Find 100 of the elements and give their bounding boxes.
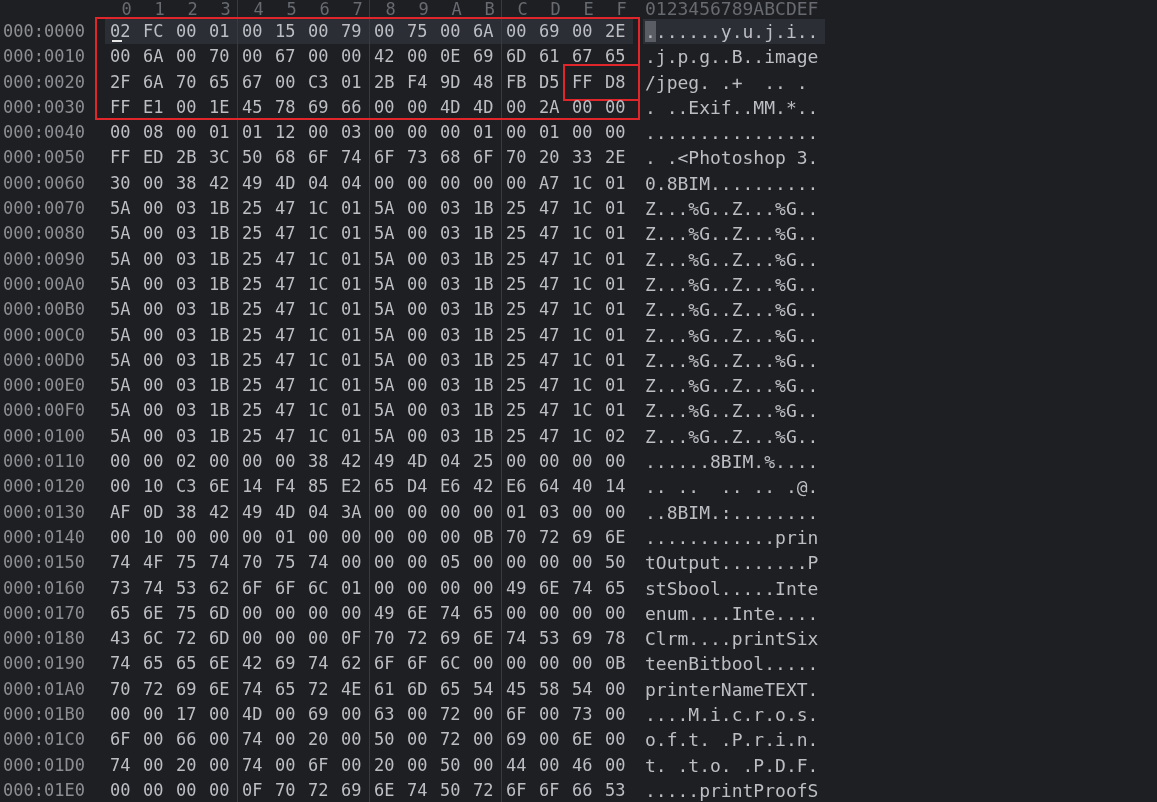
hex-byte[interactable]: 00 [605, 702, 638, 728]
hex-byte[interactable]: 1B [473, 297, 506, 323]
hex-byte[interactable]: 00 [506, 449, 539, 475]
hex-byte[interactable]: 25 [506, 246, 539, 272]
hex-byte[interactable]: 1B [473, 423, 506, 450]
hex-byte[interactable]: 6E [209, 651, 242, 677]
hex-byte[interactable]: 03 [440, 196, 473, 222]
hex-byte[interactable]: 00 [407, 752, 440, 778]
hex-byte[interactable]: 53 [605, 777, 638, 802]
hex-byte[interactable]: 01 [605, 322, 638, 348]
hex-byte[interactable]: 47 [539, 398, 572, 424]
hex-byte[interactable]: 17 [176, 702, 209, 728]
hex-byte[interactable]: 75 [176, 550, 209, 576]
hex-byte[interactable]: 00 [473, 702, 506, 728]
hex-byte[interactable]: 03 [341, 120, 374, 146]
hex-byte[interactable]: 2B [176, 145, 209, 171]
hex-byte[interactable]: 25 [506, 221, 539, 247]
hex-byte[interactable]: 69 [308, 702, 341, 728]
hex-byte[interactable]: 1B [209, 322, 242, 348]
hex-byte[interactable]: 00 [209, 524, 242, 551]
hex-byte[interactable]: 03 [176, 398, 209, 424]
hex-byte[interactable]: E6 [506, 474, 539, 500]
hex-byte[interactable]: 74 [440, 600, 473, 627]
hex-byte[interactable]: 65 [374, 474, 407, 500]
hex-byte[interactable]: 00 [275, 449, 308, 475]
hex-byte[interactable]: 00 [605, 727, 638, 753]
hex-byte[interactable]: 00 [242, 524, 275, 551]
hex-byte[interactable]: 3A [341, 499, 374, 525]
hex-byte[interactable]: 01 [605, 297, 638, 323]
hex-byte[interactable]: 20 [176, 752, 209, 778]
hex-byte[interactable]: 1B [473, 347, 506, 374]
hex-byte[interactable]: 00 [176, 120, 209, 146]
hex-byte[interactable]: 64 [539, 474, 572, 500]
hex-byte[interactable]: 1C [308, 322, 341, 348]
hex-byte[interactable]: 72 [539, 524, 572, 551]
hex-byte[interactable]: 00 [407, 702, 440, 728]
hex-byte[interactable]: 66 [572, 777, 605, 802]
hex-byte[interactable]: 48 [473, 69, 506, 95]
hex-byte[interactable]: 25 [506, 322, 539, 348]
hex-byte[interactable]: FF [572, 69, 605, 95]
hex-byte[interactable]: 6F [242, 575, 275, 601]
hex-byte[interactable]: 01 [605, 347, 638, 374]
hex-byte[interactable]: 6E [143, 600, 176, 627]
hex-byte[interactable]: 00 [539, 727, 572, 753]
hex-byte[interactable]: 20 [539, 145, 572, 171]
hex-byte[interactable]: 25 [473, 449, 506, 475]
hex-byte[interactable]: 03 [176, 271, 209, 298]
hex-byte[interactable]: 5A [374, 373, 407, 399]
hex-byte[interactable]: 20 [308, 727, 341, 753]
hex-byte[interactable]: 47 [275, 246, 308, 272]
hex-byte[interactable]: 6D [407, 676, 440, 702]
hex-byte[interactable]: 00 [572, 449, 605, 475]
hex-byte[interactable]: 00 [374, 575, 407, 601]
hex-byte[interactable]: E6 [440, 474, 473, 500]
hex-byte[interactable]: 25 [242, 297, 275, 323]
hex-byte[interactable]: 5A [374, 322, 407, 348]
hex-byte[interactable]: 47 [539, 196, 572, 222]
hex-byte[interactable]: 4F [143, 550, 176, 576]
hex-byte[interactable]: 5A [110, 271, 143, 298]
hex-byte[interactable]: 08 [143, 120, 176, 146]
hex-byte[interactable]: 58 [539, 676, 572, 702]
hex-byte[interactable]: 00 [341, 752, 374, 778]
hex-byte[interactable]: 00 [242, 600, 275, 627]
hex-byte[interactable]: 03 [539, 499, 572, 525]
hex-byte[interactable]: 00 [143, 322, 176, 348]
hex-byte[interactable]: 43 [110, 626, 143, 652]
hex-byte[interactable]: 00 [209, 777, 242, 802]
hex-byte[interactable]: 01 [605, 373, 638, 399]
hex-byte[interactable]: 01 [605, 170, 638, 197]
hex-byte[interactable]: 42 [209, 499, 242, 525]
hex-byte[interactable]: 5A [110, 423, 143, 450]
hex-byte[interactable]: 00 [407, 196, 440, 222]
hex-byte[interactable]: 00 [374, 19, 407, 45]
hex-byte[interactable]: 45 [242, 94, 275, 121]
hex-byte[interactable]: 5A [374, 246, 407, 272]
hex-byte[interactable]: 00 [176, 524, 209, 551]
hex-byte[interactable]: 66 [341, 94, 374, 121]
hex-byte[interactable]: 1B [473, 221, 506, 247]
hex-byte[interactable]: 42 [341, 449, 374, 475]
hex-byte[interactable]: 01 [341, 322, 374, 348]
hex-byte[interactable]: 00 [143, 297, 176, 323]
hex-byte[interactable]: 01 [341, 423, 374, 450]
hex-byte[interactable]: 2E [605, 19, 638, 45]
hex-byte[interactable]: 50 [440, 777, 473, 802]
hex-byte[interactable]: 2E [605, 145, 638, 171]
hex-byte[interactable]: 00 [572, 651, 605, 677]
hex-byte[interactable]: 75 [407, 19, 440, 45]
hex-byte[interactable]: 1E [209, 94, 242, 121]
hex-byte[interactable]: 00 [407, 550, 440, 576]
hex-byte[interactable]: 00 [440, 170, 473, 197]
hex-byte[interactable]: 50 [242, 145, 275, 171]
hex-byte[interactable]: 5A [374, 196, 407, 222]
hex-byte[interactable]: 00 [176, 44, 209, 70]
hex-byte[interactable]: 72 [143, 676, 176, 702]
hex-byte[interactable]: 5A [374, 297, 407, 323]
hex-byte[interactable]: 5A [110, 398, 143, 424]
hex-byte[interactable]: 00 [275, 69, 308, 95]
hex-byte[interactable]: 00 [110, 702, 143, 728]
hex-byte[interactable]: 1B [473, 322, 506, 348]
hex-byte[interactable]: 72 [440, 702, 473, 728]
